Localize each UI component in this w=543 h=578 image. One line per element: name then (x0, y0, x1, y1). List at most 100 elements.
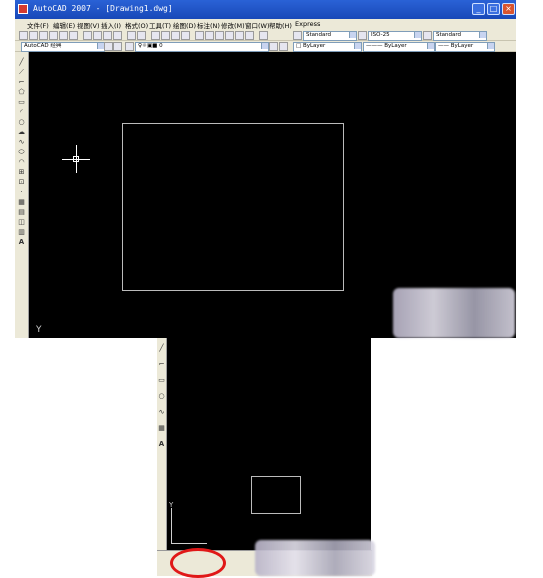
menu-help[interactable]: 帮助(H) (269, 20, 292, 30)
blurred-overlay (393, 288, 515, 338)
spline-icon[interactable]: ∿ (157, 408, 166, 416)
lineweight-select[interactable]: —— ByLayer (435, 42, 495, 52)
autocad-app-icon[interactable] (18, 4, 28, 14)
make-current-layer-icon[interactable] (269, 42, 278, 51)
menu-tools[interactable]: 工具(T) (149, 20, 171, 30)
circle-icon[interactable]: ○ (17, 118, 26, 126)
zoom-previous-icon[interactable] (181, 31, 190, 40)
arc-icon[interactable]: ◜ (17, 108, 26, 116)
match-properties-icon[interactable] (113, 31, 122, 40)
cut-icon[interactable] (83, 31, 92, 40)
spline-icon[interactable]: ∿ (17, 138, 26, 146)
sheet-set-icon[interactable] (225, 31, 234, 40)
publish-icon[interactable] (69, 31, 78, 40)
menu-file[interactable]: 文件(F) (27, 20, 49, 30)
pan-icon[interactable] (151, 31, 160, 40)
table-icon[interactable]: ▥ (17, 228, 26, 236)
highlight-ring (170, 548, 226, 578)
ellipse-arc-icon[interactable]: ◠ (17, 158, 26, 166)
menu-bar: 文件(F) 编辑(E) 视图(V) 插入(I) 格式(O) 工具(T) 绘图(D… (15, 19, 516, 30)
layer-manager-icon[interactable] (125, 42, 134, 51)
line-icon[interactable]: ╱ (17, 58, 26, 66)
construction-line-icon[interactable]: ⟋ (17, 68, 26, 76)
undo-icon[interactable] (127, 31, 136, 40)
redo-icon[interactable] (137, 31, 146, 40)
ucs-y-axis (171, 508, 172, 544)
window-title: AutoCAD 2007 - [Drawing1.dwg] (33, 4, 173, 13)
ucs-x-axis (171, 543, 207, 544)
lineweight-sample: —— (438, 43, 451, 49)
menu-dimension[interactable]: 标注(N) (197, 20, 220, 30)
hatch-icon[interactable]: ▦ (17, 198, 26, 206)
new-icon[interactable] (19, 31, 28, 40)
dim-style-icon[interactable] (358, 31, 367, 40)
layer-previous-icon[interactable] (279, 42, 288, 51)
color-swatch: □ (296, 43, 303, 49)
menu-modify[interactable]: 修改(M) (221, 20, 245, 30)
zoom-window-icon[interactable] (171, 31, 180, 40)
menu-insert[interactable]: 插入(I) (101, 20, 121, 30)
layer-state-icons: ♀☼▣■ (138, 43, 160, 49)
ellipse-icon[interactable]: ⬭ (17, 148, 26, 156)
menu-express[interactable]: Express (295, 20, 320, 28)
menu-window[interactable]: 窗口(W) (245, 20, 270, 30)
table-style-select[interactable]: Standard (433, 31, 487, 41)
text-icon[interactable]: A (157, 440, 166, 448)
workspace-settings-icon[interactable] (104, 42, 113, 51)
tool-palettes-icon[interactable] (215, 31, 224, 40)
open-icon[interactable] (29, 31, 38, 40)
menu-format[interactable]: 格式(O) (125, 20, 148, 30)
polygon-icon[interactable]: ⬠ (17, 88, 26, 96)
ucs-axis-y-label: Y (36, 325, 42, 335)
line-icon[interactable]: ╱ (157, 344, 166, 352)
properties-icon[interactable] (195, 31, 204, 40)
point-icon[interactable]: · (17, 188, 26, 196)
drawing-canvas-secondary[interactable]: Y (167, 338, 371, 550)
circle-icon[interactable]: ○ (157, 392, 166, 400)
save-icon[interactable] (39, 31, 48, 40)
color-select[interactable]: □ ByLayer (293, 42, 362, 52)
menu-edit[interactable]: 编辑(E) (53, 20, 75, 30)
polyline-icon[interactable]: ⌐ (17, 78, 26, 86)
draw-toolbar-secondary: ╱ ⌐ ▭ ○ ∿ ▦ A (157, 338, 167, 550)
menu-view[interactable]: 视图(V) (77, 20, 100, 30)
layers-toolbar: AutoCAD 经典 ♀☼▣■ 0 □ ByLayer ——— ByLayer … (15, 41, 516, 52)
copy-icon[interactable] (93, 31, 102, 40)
preview-icon[interactable] (59, 31, 68, 40)
drawn-rectangle[interactable] (122, 123, 344, 291)
text-style-icon[interactable] (293, 31, 302, 40)
drawn-rectangle-small[interactable] (251, 476, 301, 514)
workspace-select[interactable]: AutoCAD 经典 (21, 42, 105, 52)
zoom-realtime-icon[interactable] (161, 31, 170, 40)
polyline-icon[interactable]: ⌐ (157, 360, 166, 368)
help-icon[interactable] (259, 31, 268, 40)
crosshair-pickbox (73, 156, 79, 162)
table-style-icon[interactable] (423, 31, 432, 40)
region-icon[interactable]: ◫ (17, 218, 26, 226)
text-style-select[interactable]: Standard (303, 31, 357, 41)
maximize-button[interactable]: □ (487, 3, 500, 15)
minimize-button[interactable]: _ (472, 3, 485, 15)
gradient-icon[interactable]: ▤ (17, 208, 26, 216)
markup-icon[interactable] (235, 31, 244, 40)
dim-style-select[interactable]: ISO-25 (368, 31, 422, 41)
text-icon[interactable]: A (17, 238, 26, 246)
plot-icon[interactable] (49, 31, 58, 40)
rectangle-icon[interactable]: ▭ (157, 376, 166, 384)
make-block-icon[interactable]: ⊡ (17, 178, 26, 186)
paste-icon[interactable] (103, 31, 112, 40)
layer-select[interactable]: ♀☼▣■ 0 (135, 42, 269, 52)
ucs-axis-y-label-secondary: Y (169, 501, 174, 509)
close-button[interactable]: × (502, 3, 515, 15)
revision-cloud-icon[interactable]: ☁ (17, 128, 26, 136)
insert-block-icon[interactable]: ⊞ (17, 168, 26, 176)
blurred-overlay-lower (255, 540, 375, 576)
design-center-icon[interactable] (205, 31, 214, 40)
hatch-icon[interactable]: ▦ (157, 424, 166, 432)
workspace-save-icon[interactable] (113, 42, 122, 51)
linetype-select[interactable]: ——— ByLayer (363, 42, 435, 52)
title-bar: AutoCAD 2007 - [Drawing1.dwg] _ □ × (15, 0, 516, 19)
menu-draw[interactable]: 绘图(D) (173, 20, 196, 30)
calculator-icon[interactable] (245, 31, 254, 40)
rectangle-icon[interactable]: ▭ (17, 98, 26, 106)
